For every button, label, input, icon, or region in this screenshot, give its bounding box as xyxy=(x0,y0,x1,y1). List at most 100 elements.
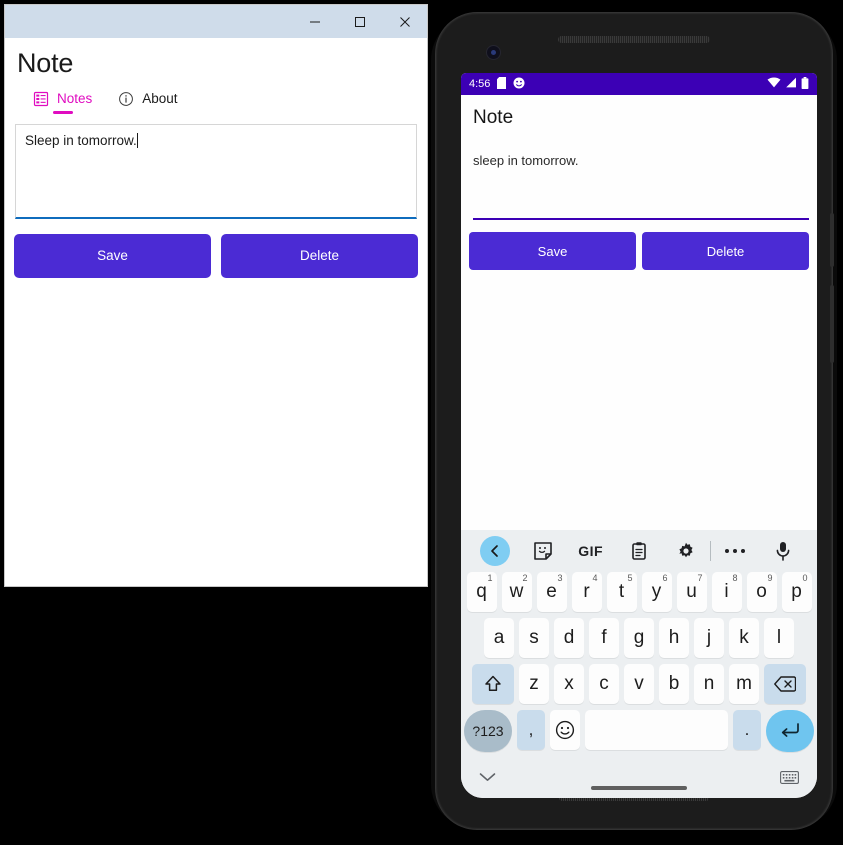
key-sup-0: 0 xyxy=(802,573,808,583)
battery-icon xyxy=(801,76,809,92)
close-icon[interactable] xyxy=(382,5,427,38)
keyboard-row-4: ?123 , . xyxy=(461,710,817,758)
key-sup-2: 2 xyxy=(522,573,528,583)
screenshot-root: Note Notes About Sleep in tomorrow. Save… xyxy=(0,0,843,845)
sticker-icon[interactable] xyxy=(519,530,567,572)
desktop-action-buttons: Save Delete xyxy=(14,233,418,278)
key-k[interactable]: k xyxy=(729,618,759,658)
window-titlebar xyxy=(5,5,427,38)
key-f[interactable]: f xyxy=(589,618,619,658)
key-e[interactable]: e3 xyxy=(536,572,567,612)
page-title: Note xyxy=(17,48,74,78)
sd-card-icon xyxy=(497,76,507,92)
note-textarea[interactable]: Sleep in tomorrow. xyxy=(15,123,417,219)
key-y[interactable]: y6 xyxy=(641,572,672,612)
key-a[interactable]: a xyxy=(484,618,514,658)
backspace-icon[interactable] xyxy=(764,664,806,704)
tab-notes[interactable]: Notes xyxy=(33,91,92,114)
key-m[interactable]: m xyxy=(729,664,759,704)
key-s[interactable]: s xyxy=(519,618,549,658)
space-key[interactable] xyxy=(585,710,728,750)
key-q[interactable]: q1 xyxy=(466,572,497,612)
key-c[interactable]: c xyxy=(589,664,619,704)
more-icon[interactable] xyxy=(711,530,759,572)
face-icon xyxy=(513,77,525,92)
key-sup-8: 8 xyxy=(732,573,738,583)
key-sup-3: 3 xyxy=(557,573,563,583)
phone-body: 4:56 Note sleep in tomorrow. Save Delete… xyxy=(435,12,834,830)
key-x[interactable]: x xyxy=(554,664,584,704)
key-w[interactable]: w2 xyxy=(501,572,532,612)
info-circle-icon xyxy=(118,91,134,107)
navigation-bar xyxy=(461,758,817,796)
text-caret xyxy=(137,132,139,148)
phone-app-content: Note sleep in tomorrow. Save Delete xyxy=(461,95,817,400)
key-l[interactable]: l xyxy=(764,618,794,658)
key-sup-4: 4 xyxy=(592,573,598,583)
enter-icon[interactable] xyxy=(766,710,814,752)
tab-bar: Notes About xyxy=(5,79,427,114)
numeric-key[interactable]: ?123 xyxy=(464,710,512,752)
keyboard-toolbar: GIF xyxy=(461,530,817,572)
comma-key[interactable]: , xyxy=(517,710,545,750)
tab-label-notes: Notes xyxy=(57,91,93,107)
key-d[interactable]: d xyxy=(554,618,584,658)
key-sup-9: 9 xyxy=(767,573,773,583)
power-button[interactable] xyxy=(830,213,834,267)
phone-page-title: Note xyxy=(473,107,514,128)
phone-action-buttons: Save Delete xyxy=(469,232,809,270)
phone-save-button[interactable]: Save xyxy=(469,232,636,270)
tab-about[interactable]: About xyxy=(118,91,178,114)
keyboard-row-3: zxcvbnm xyxy=(461,664,817,710)
key-sup-6: 6 xyxy=(662,573,668,583)
microphone-icon[interactable] xyxy=(759,530,807,572)
phone-note-input[interactable]: sleep in tomorrow. xyxy=(473,153,809,220)
key-n[interactable]: n xyxy=(694,664,724,704)
tab-active-indicator xyxy=(52,110,73,114)
key-i[interactable]: i8 xyxy=(711,572,742,612)
home-pill[interactable] xyxy=(591,786,687,790)
key-t[interactable]: t5 xyxy=(606,572,637,612)
back-chevron-icon[interactable] xyxy=(471,530,519,572)
key-b[interactable]: b xyxy=(659,664,689,704)
content-spacer xyxy=(461,400,817,530)
gif-icon[interactable]: GIF xyxy=(567,530,615,572)
period-key[interactable]: . xyxy=(733,710,761,750)
clipboard-icon[interactable] xyxy=(615,530,663,572)
on-screen-keyboard: GIF q 1 w 2 e 3 r 4 t 5 y 6 u 7 i 8 o 9 … xyxy=(461,530,817,798)
key-sup-1: 1 xyxy=(487,573,493,583)
key-v[interactable]: v xyxy=(624,664,654,704)
emoji-icon[interactable] xyxy=(550,710,580,750)
key-z[interactable]: z xyxy=(519,664,549,704)
maximize-icon[interactable] xyxy=(337,5,382,38)
front-camera xyxy=(486,45,501,60)
volume-button[interactable] xyxy=(830,285,834,363)
keyboard-row-1: q1w2e3r4t5y6u7i8o9p0 xyxy=(461,572,817,618)
desktop-note-window: Note Notes About Sleep in tomorrow. Save… xyxy=(4,4,428,587)
status-bar: 4:56 xyxy=(461,73,817,95)
note-text: Sleep in tomorrow. xyxy=(25,132,137,148)
keyboard-icon[interactable] xyxy=(780,770,799,784)
minimize-icon[interactable] xyxy=(292,5,337,38)
key-u[interactable]: u7 xyxy=(676,572,707,612)
gif-label: GIF xyxy=(578,543,604,559)
shift-icon[interactable] xyxy=(472,664,514,704)
earpiece-speaker xyxy=(558,36,710,43)
key-p[interactable]: p0 xyxy=(781,572,812,612)
key-h[interactable]: h xyxy=(659,618,689,658)
save-button[interactable]: Save xyxy=(14,233,211,278)
key-sup-7: 7 xyxy=(697,573,703,583)
phone-delete-button[interactable]: Delete xyxy=(642,232,809,270)
keyboard-row-2: asdfghjkl xyxy=(461,618,817,664)
android-phone-mockup: 4:56 Note sleep in tomorrow. Save Delete… xyxy=(431,6,837,834)
delete-button[interactable]: Delete xyxy=(221,233,418,278)
list-icon xyxy=(33,91,49,107)
key-g[interactable]: g xyxy=(624,618,654,658)
key-j[interactable]: j xyxy=(694,618,724,658)
key-o[interactable]: o9 xyxy=(746,572,777,612)
chevron-down-icon[interactable] xyxy=(479,772,496,783)
key-r[interactable]: r4 xyxy=(571,572,602,612)
gear-icon[interactable] xyxy=(662,530,710,572)
phone-screen: 4:56 Note sleep in tomorrow. Save Delete… xyxy=(461,73,817,798)
wifi-icon xyxy=(767,77,781,91)
